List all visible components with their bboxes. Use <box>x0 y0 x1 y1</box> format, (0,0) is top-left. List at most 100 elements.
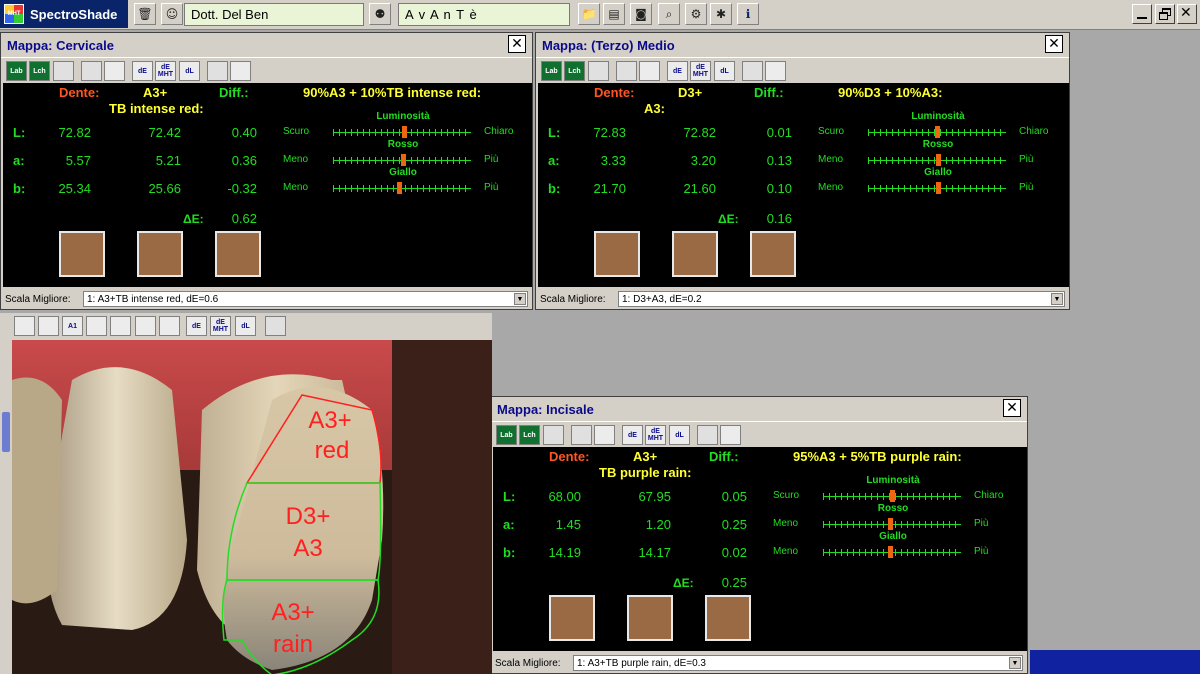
best-scale-select[interactable]: 1: A3+TB intense red, dE=0.6 ▼ <box>83 291 528 307</box>
row-label: b: <box>13 181 26 196</box>
shade-header-line2: TB intense red: <box>109 101 204 116</box>
document-icon[interactable]: ▤ <box>603 3 625 25</box>
slider-left-label: Meno <box>818 182 844 193</box>
de-mht-button[interactable]: dE MHT <box>155 61 176 81</box>
slider-title: Luminosità <box>911 111 965 122</box>
lch-button[interactable]: Lch <box>564 61 585 81</box>
close-window-button[interactable]: ✕ <box>508 35 526 53</box>
color-slider[interactable] <box>333 126 471 138</box>
grid-button[interactable] <box>588 61 609 81</box>
slider-left-label: Scuro <box>818 126 845 137</box>
doctor-icon[interactable]: ☺ <box>161 3 183 25</box>
slider-thumb[interactable] <box>888 518 893 530</box>
tooth-green-button[interactable] <box>265 316 286 336</box>
color-slider[interactable] <box>823 546 961 558</box>
de-mht-button[interactable]: dE MHT <box>645 425 666 445</box>
lab-button[interactable]: Lab <box>496 425 517 445</box>
info-icon[interactable]: ℹ <box>737 3 759 25</box>
de-mht-button[interactable]: dE MHT <box>210 316 231 336</box>
slider-thumb[interactable] <box>402 126 407 138</box>
lch-button[interactable]: Lch <box>29 61 50 81</box>
slider-thumb[interactable] <box>397 182 402 194</box>
shade-value: 21.60 <box>683 181 716 196</box>
close-window-button[interactable]: ✕ <box>1003 399 1021 417</box>
add-map-button[interactable] <box>742 61 763 81</box>
zones-button[interactable] <box>110 316 131 336</box>
dl-button[interactable]: dL <box>669 425 690 445</box>
camera-icon[interactable]: ◙ <box>630 3 652 25</box>
row-label: L: <box>548 125 561 140</box>
best-scale-select[interactable]: 1: D3+A3, dE=0.2 ▼ <box>618 291 1065 307</box>
chevron-down-icon[interactable]: ▼ <box>514 293 526 305</box>
color-wheel-button[interactable] <box>639 61 660 81</box>
color-slider[interactable] <box>868 154 1006 166</box>
doctor-field[interactable]: Dott. Del Ben <box>184 3 364 26</box>
chart-button[interactable] <box>616 61 637 81</box>
patients-icon[interactable]: ⚉ <box>369 3 391 25</box>
lab-button[interactable]: Lab <box>541 61 562 81</box>
slider-thumb[interactable] <box>936 182 941 194</box>
add-map-button[interactable] <box>207 61 228 81</box>
chevron-down-icon[interactable]: ▼ <box>1051 293 1063 305</box>
color-wheel-button[interactable] <box>594 425 615 445</box>
close-app-button[interactable]: ✕ <box>1177 4 1197 24</box>
color-swatch-2 <box>672 231 718 277</box>
slider-thumb[interactable] <box>890 490 895 502</box>
color-swatch-2 <box>627 595 673 641</box>
slider-right-label: Chiaro <box>484 126 514 137</box>
best-scale-select[interactable]: 1: A3+TB purple rain, dE=0.3 ▼ <box>573 655 1023 671</box>
slider-thumb[interactable] <box>935 126 940 138</box>
close-window-button[interactable]: ✕ <box>1045 35 1063 53</box>
de-mht-button[interactable]: dE MHT <box>690 61 711 81</box>
grid-button[interactable] <box>543 425 564 445</box>
side-expand-handle[interactable] <box>2 412 10 452</box>
color-slider[interactable] <box>333 182 471 194</box>
de-button[interactable]: dE <box>622 425 643 445</box>
de-button[interactable]: dE <box>186 316 207 336</box>
shade-value: 72.82 <box>683 125 716 140</box>
dl-button[interactable]: dL <box>179 61 200 81</box>
color-wheel-button[interactable] <box>104 61 125 81</box>
color-picker-button[interactable] <box>720 425 741 445</box>
shade-header-line1: A3+ <box>143 85 168 100</box>
tooth-outline-button[interactable] <box>14 316 35 336</box>
chart-button[interactable] <box>571 425 592 445</box>
color-picker-button[interactable] <box>230 61 251 81</box>
dente-value: 72.82 <box>58 125 91 140</box>
tooth-map-button[interactable] <box>86 316 107 336</box>
add-map-button[interactable] <box>697 425 718 445</box>
color-slider[interactable] <box>333 154 471 166</box>
trash-icon[interactable]: 🗑 <box>134 3 156 25</box>
patient-field[interactable]: A v A n T è <box>398 3 570 26</box>
slider-thumb[interactable] <box>888 546 893 558</box>
a1-button[interactable]: A1 <box>62 316 83 336</box>
lch-button[interactable]: Lch <box>519 425 540 445</box>
restore-button[interactable] <box>1155 4 1175 24</box>
grid-button[interactable] <box>53 61 74 81</box>
tooth-photo[interactable]: A3+ red D3+ A3 A3+ rain <box>12 340 492 674</box>
minimize-button[interactable] <box>1132 4 1152 24</box>
diff-value: -0.32 <box>227 181 257 196</box>
slider-thumb[interactable] <box>936 154 941 166</box>
color-slider[interactable] <box>868 182 1006 194</box>
settings-icon[interactable]: ⚙ <box>685 3 707 25</box>
folder-icon[interactable]: 📁 <box>578 3 600 25</box>
tooth-shape-button[interactable] <box>38 316 59 336</box>
lab-button[interactable]: Lab <box>6 61 27 81</box>
color-picker-button[interactable] <box>765 61 786 81</box>
color-slider[interactable] <box>823 518 961 530</box>
tools-icon[interactable]: ✱ <box>710 3 732 25</box>
color-slider[interactable] <box>823 490 961 502</box>
dl-button[interactable]: dL <box>235 316 256 336</box>
search-icon[interactable]: ⌕ <box>658 3 680 25</box>
dl-button[interactable]: dL <box>714 61 735 81</box>
de-button[interactable]: dE <box>667 61 688 81</box>
color-slider[interactable] <box>868 126 1006 138</box>
gradient-button[interactable] <box>135 316 156 336</box>
chart-button[interactable] <box>81 61 102 81</box>
slider-thumb[interactable] <box>401 154 406 166</box>
colormap-button[interactable] <box>159 316 180 336</box>
best-scale-bar: Scala Migliore: 1: D3+A3, dE=0.2 ▼ <box>536 289 1069 309</box>
de-button[interactable]: dE <box>132 61 153 81</box>
chevron-down-icon[interactable]: ▼ <box>1009 657 1021 669</box>
